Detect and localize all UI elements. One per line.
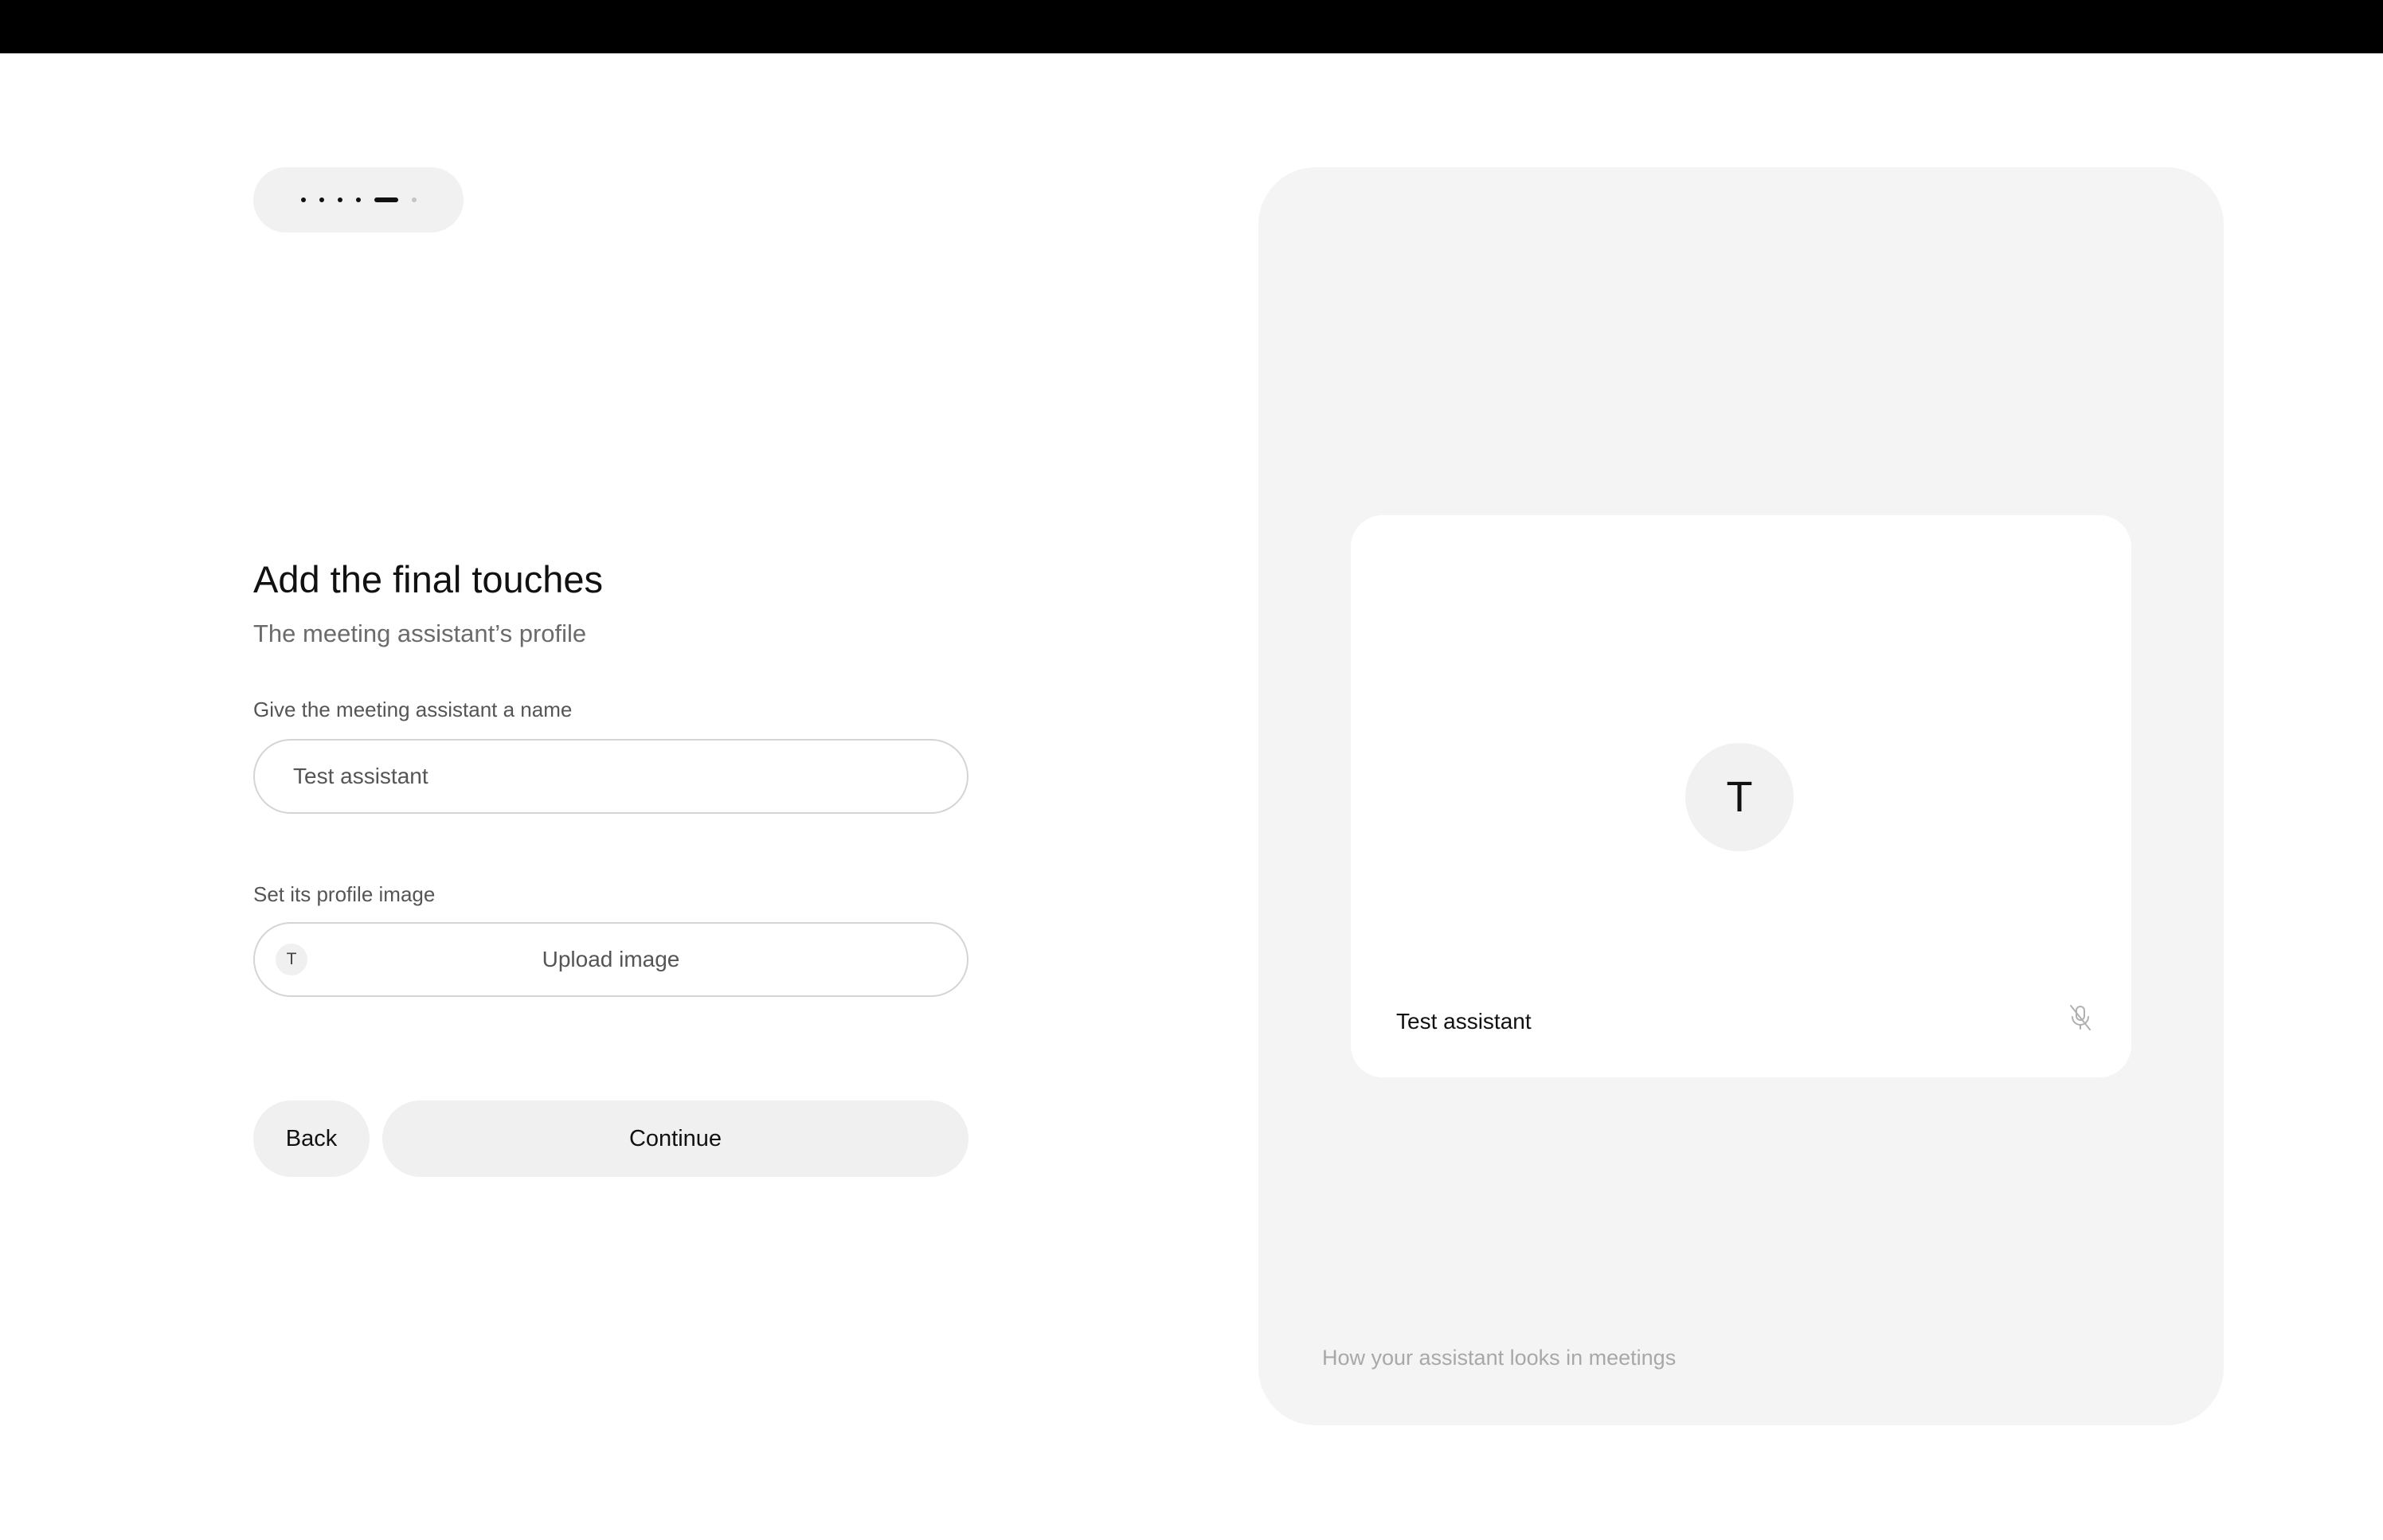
step-dot-3 bbox=[337, 197, 342, 202]
back-button[interactable]: Back bbox=[253, 1100, 370, 1177]
upload-image-button[interactable]: T Upload image bbox=[253, 922, 968, 997]
top-bar bbox=[0, 0, 2383, 53]
upload-image-label: Upload image bbox=[542, 947, 680, 971]
preview-avatar: T bbox=[1685, 743, 1794, 851]
preview-caption: How your assistant looks in meetings bbox=[1322, 1346, 1677, 1370]
step-indicator bbox=[253, 167, 464, 233]
meeting-tile: T Test assistant bbox=[1351, 515, 2131, 1077]
mic-off-icon bbox=[2070, 1005, 2091, 1030]
continue-button[interactable]: Continue bbox=[382, 1100, 968, 1177]
page-subtitle: The meeting assistant’s profile bbox=[253, 620, 587, 647]
page-title: Add the final touches bbox=[253, 558, 603, 600]
step-dot-4 bbox=[355, 197, 361, 202]
name-field-label: Give the meeting assistant a name bbox=[253, 698, 573, 721]
assistant-name-input[interactable] bbox=[253, 739, 968, 814]
step-dot-6 bbox=[411, 197, 417, 202]
step-dot-current bbox=[374, 197, 398, 202]
meeting-preview-panel: T Test assistant How your assistant look… bbox=[1258, 167, 2224, 1425]
profile-image-label: Set its profile image bbox=[253, 882, 436, 906]
avatar: T bbox=[276, 944, 307, 975]
step-dot-2 bbox=[319, 197, 324, 202]
preview-assistant-name: Test assistant bbox=[1396, 1009, 1532, 1034]
step-dot-1 bbox=[300, 197, 306, 202]
